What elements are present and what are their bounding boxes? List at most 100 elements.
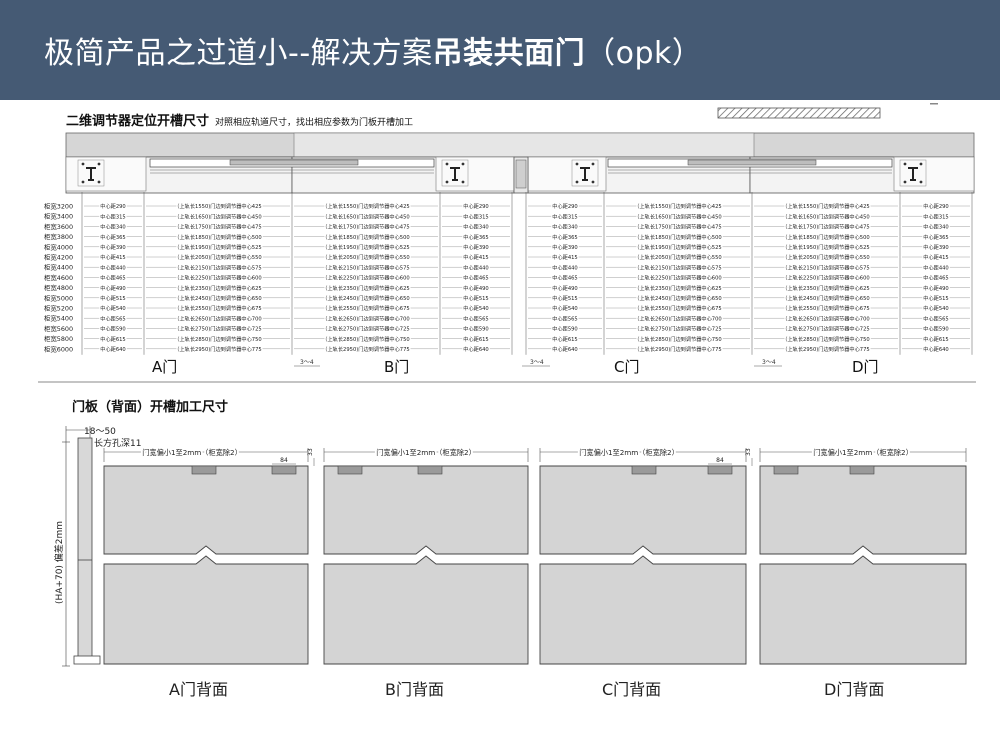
cabinet-width-label: 柜宽3800: [44, 232, 73, 241]
dim-cell-text: 中心距290: [923, 202, 948, 210]
dim-cell-text: 中心距290: [100, 202, 125, 210]
dim-cell-text: 中心距565: [463, 314, 488, 322]
dim-cell-text: 中心距290: [463, 202, 488, 210]
dim-cell-text: 中心距440: [463, 263, 488, 271]
dim-cell-text: （上轨长2850)门边到调节器中心750: [174, 335, 261, 343]
door-panel-upper: [323, 465, 529, 555]
dim-cell-text: （上轨长2750)门边到调节器中心725: [322, 325, 409, 333]
door-back-a: 门宽偏小1至2mm（柜宽除2） 84 33: [103, 446, 315, 665]
door-label-b: B门: [384, 358, 409, 376]
dim-cell-text: （上轨长1750)门边到调节器中心475: [322, 223, 409, 231]
door-label-c: C门: [614, 358, 639, 376]
dim-cell-text: 中心距640: [100, 345, 125, 353]
door-panel-upper: [759, 465, 967, 555]
dim-cell-text: （上轨长2150)门边到调节器中心575: [782, 263, 869, 271]
dim-cell-text: （上轨长1550)门边到调节器中心425: [782, 202, 869, 210]
dim-cell-text: （上轨长2150)门边到调节器中心575: [174, 263, 261, 271]
dim-cell-text: 中心距340: [923, 223, 948, 231]
adjuster-slot: [417, 465, 443, 475]
dim-cell-text: （上轨长2150)门边到调节器中心575: [322, 263, 409, 271]
gap-dim-3: 3～4: [754, 359, 782, 367]
door-back-label-d: D门背面: [824, 680, 885, 699]
dim-cell-text: （上轨长2850)门边到调节器中心750: [634, 335, 721, 343]
door-panel-lower: [759, 555, 967, 665]
cabinet-width-label: 柜宽4400: [44, 263, 73, 272]
door-width-label: 门宽偏小1至2mm（柜宽除2）: [142, 448, 242, 457]
dim-cell-text: （上轨长1750)门边到调节器中心475: [174, 223, 261, 231]
dim-cell-text: （上轨长2450)门边到调节器中心650: [634, 294, 721, 302]
dim-cell-text: 中心距465: [100, 274, 125, 282]
dim-cell-text: （上轨长2650)门边到调节器中心700: [782, 314, 869, 322]
adjuster-slot: [707, 465, 733, 475]
door-back-c: 门宽偏小1至2mm（柜宽除2） 84 33: [539, 446, 753, 665]
door-backs: 门宽偏小1至2mm（柜宽除2）8433 门宽偏小1至2mm（柜宽除2） 门宽偏小1至…: [103, 446, 967, 665]
slot-width-label: 84: [716, 457, 724, 464]
dim-cell-text: （上轨长2350)门边到调节器中心625: [322, 284, 409, 292]
dim-cell-text: 中心距640: [923, 345, 948, 353]
dim-cell-text: （上轨长2650)门边到调节器中心700: [322, 314, 409, 322]
dim-cell-text: 中心距415: [923, 253, 948, 261]
dim-cell-text: （上轨长2050)门边到调节器中心550: [322, 253, 409, 261]
cabinet-width-label: 柜宽5200: [44, 304, 73, 313]
dim-cell-text: （上轨长2850)门边到调节器中心750: [782, 335, 869, 343]
dim-cell-text: 中心距340: [100, 223, 125, 231]
dim-cell-text: 中心距440: [552, 263, 577, 271]
cabinet-width-label: 柜宽3200: [44, 202, 73, 211]
dim-cell-text: （上轨长2450)门边到调节器中心650: [322, 294, 409, 302]
dim-cell-text: 中心距490: [552, 284, 577, 292]
dim-cell-text: （上轨长2050)门边到调节器中心550: [782, 253, 869, 261]
dim-cell-text: （上轨长2450)门边到调节器中心650: [174, 294, 261, 302]
dim-cell-text: 中心距490: [100, 284, 125, 292]
dim-cell-text: 中心距515: [463, 294, 488, 302]
dim-cell-text: （上轨长1650)门边到调节器中心450: [634, 212, 721, 220]
dim-cell-text: 中心距465: [463, 274, 488, 282]
cabinet-width-label: 柜宽4600: [44, 273, 73, 282]
dim-cell-text: 中心距315: [463, 212, 488, 220]
dim-cell-text: （上轨长1650)门边到调节器中心450: [174, 212, 261, 220]
title-prefix: 极简产品之过道小--解决方案: [44, 36, 433, 71]
dim-cell-text: （上轨长1950)门边到调节器中心525: [634, 243, 721, 251]
side-height-label: (HA+70) 偏差2mm: [53, 521, 65, 604]
dim-cell-text: （上轨长2950)门边到调节器中心775: [174, 345, 261, 353]
cabinet-width-label: 柜宽3400: [44, 212, 73, 221]
dim-cell-text: 中心距290: [552, 202, 577, 210]
door-panel-lower: [539, 555, 747, 665]
cabinet-width-label: 柜宽4200: [44, 253, 73, 262]
dim-cell-text: （上轨长1550)门边到调节器中心425: [322, 202, 409, 210]
dim-cell-text: （上轨长2550)门边到调节器中心675: [634, 304, 721, 312]
slot-width-label: 84: [280, 457, 288, 464]
cabinet-width-label: 柜宽5800: [44, 334, 73, 343]
dim-cell-text: （上轨长1950)门边到调节器中心525: [322, 243, 409, 251]
side-range-label: 18～50: [84, 427, 116, 437]
cabinet-width-label: 柜宽3600: [44, 222, 73, 231]
dim-cell-text: （上轨长1650)门边到调节器中心450: [322, 212, 409, 220]
dim-cell-text: 中心距540: [463, 304, 488, 312]
dim-cell-text: （上轨长1550)门边到调节器中心425: [174, 202, 261, 210]
cabinet-width-label: 柜宽6000: [44, 344, 73, 353]
dim-cell-text: （上轨长2550)门边到调节器中心675: [174, 304, 261, 312]
dim-cell-text: 中心距640: [463, 345, 488, 353]
dim-cell-text: 中心距390: [100, 243, 125, 251]
adjuster-slot: [773, 465, 799, 475]
door-back-b: 门宽偏小1至2mm（柜宽除2）: [323, 446, 529, 665]
dim-cell-text: （上轨长2250)门边到调节器中心600: [634, 274, 721, 282]
svg-text:3～4: 3～4: [762, 359, 776, 366]
dim-cell-text: 中心距365: [100, 233, 125, 241]
dim-cell-text: 中心距590: [552, 325, 577, 333]
dimension-table: 柜宽3200 中心距290 （上轨长1550)门边到调节器中心425 （上轨长1550…: [44, 201, 970, 355]
dim-cell-text: 中心距415: [552, 253, 577, 261]
dim-cell-text: （上轨长2750)门边到调节器中心725: [782, 325, 869, 333]
side-hole-label: 长方孔深11: [94, 437, 141, 449]
title-bold: 吊装共面门: [432, 36, 586, 71]
dim-cell-text: （上轨长2750)门边到调节器中心725: [634, 325, 721, 333]
cabinet-width-label: 柜宽4800: [44, 283, 73, 292]
dim-cell-text: 中心距615: [552, 335, 577, 343]
dim-cell-text: 中心距315: [100, 212, 125, 220]
dim-cell-text: 中心距490: [463, 284, 488, 292]
dim-cell-text: 中心距465: [552, 274, 577, 282]
cabinet-width-label: 柜宽5400: [44, 314, 73, 323]
dim-cell-text: （上轨长2950)门边到调节器中心775: [782, 345, 869, 353]
dim-cell-text: 中心距390: [463, 243, 488, 251]
title-banner: 极简产品之过道小--解决方案吊装共面门（opk）: [0, 0, 1000, 100]
door-panel-lower: [323, 555, 529, 665]
